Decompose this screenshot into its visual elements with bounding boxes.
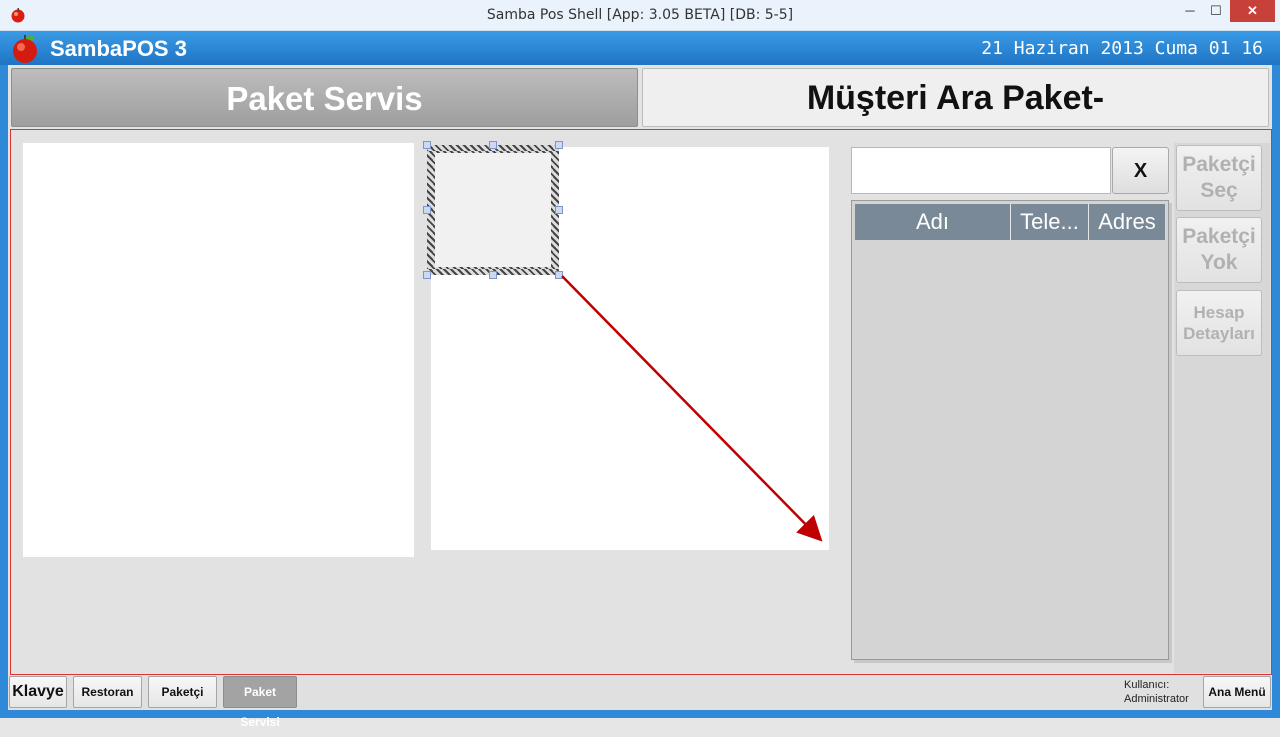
title-bar: Samba Pos Shell [App: 3.05 BETA] [DB: 5-… — [0, 0, 1280, 31]
select-courier-button[interactable]: Paketçi Seç — [1176, 145, 1262, 211]
brand-name: SambaPOS 3 — [50, 36, 187, 61]
user-name: Administrator — [1124, 693, 1189, 705]
column-header-phone[interactable]: Tele... — [1011, 204, 1089, 240]
column-header-name[interactable]: Adı — [855, 204, 1011, 240]
bottom-bar: Klavye Restoran Paketçi Paket Servisi Ku… — [8, 676, 1272, 729]
main-area: Paket Servis Müşteri Ara Paket- X Adı Te… — [8, 65, 1272, 729]
app-header: SambaPOS 3 21 Haziran 2013 Cuma 01 16 — [0, 31, 1280, 65]
content-panel: X Adı Tele... Adres Paketçi Seç Paketçi … — [10, 129, 1272, 675]
courier-button[interactable]: Paketçi — [148, 676, 217, 708]
tab-paket-servis[interactable]: Paket Servis — [11, 68, 638, 127]
user-info: Kullanıcı: Administrator — [1124, 678, 1189, 706]
delivery-service-button[interactable]: Paket Servisi — [223, 676, 297, 729]
search-input[interactable] — [851, 147, 1111, 194]
account-details-button[interactable]: Hesap Detayları — [1176, 290, 1262, 356]
tab-label: Paket Servis — [226, 80, 423, 117]
maximize-button[interactable]: ☐ — [1203, 0, 1229, 22]
restaurant-button[interactable]: Restoran — [73, 676, 142, 708]
no-courier-button[interactable]: Paketçi Yok — [1176, 217, 1262, 283]
minimize-button[interactable]: ─ — [1177, 0, 1203, 22]
keyboard-button[interactable]: Klavye — [9, 676, 67, 708]
user-label: Kullanıcı: — [1124, 679, 1170, 691]
main-menu-button[interactable]: Ana Menü — [1203, 676, 1271, 708]
close-button[interactable]: ✕ — [1230, 0, 1275, 22]
tab-label: Müşteri Ara Paket- — [806, 79, 1105, 117]
side-button-column: Paketçi Seç Paketçi Yok Hesap Detayları — [1174, 143, 1270, 673]
date-time: 21 Haziran 2013 Cuma 01 16 — [981, 38, 1263, 59]
tab-musteri-ara[interactable]: Müşteri Ara Paket- — [642, 68, 1269, 127]
column-header-address[interactable]: Adres — [1089, 204, 1165, 240]
window-title: Samba Pos Shell [App: 3.05 BETA] [DB: 5-… — [486, 7, 794, 23]
clear-search-button[interactable]: X — [1112, 147, 1169, 194]
customer-grid[interactable]: Adı Tele... Adres — [851, 200, 1169, 660]
grid-header: Adı Tele... Adres — [855, 204, 1165, 240]
sambapos-logo-icon — [13, 35, 37, 63]
app-window: Samba Pos Shell [App: 3.05 BETA] [DB: 5-… — [0, 0, 1280, 729]
